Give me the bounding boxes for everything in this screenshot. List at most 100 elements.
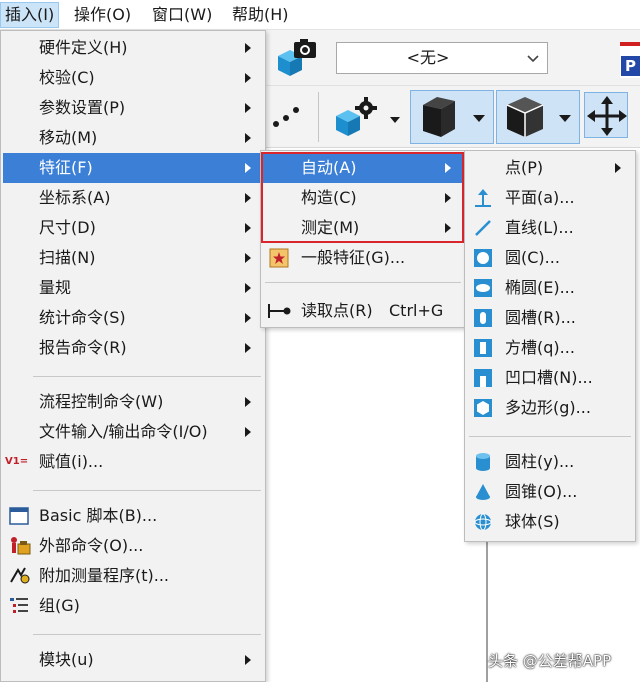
menu-item-label: 流程控制命令(W)	[39, 392, 164, 411]
generic-feature-icon	[269, 248, 289, 268]
menu-help[interactable]: 帮助(H)	[228, 2, 293, 28]
menu-item-label: Basic 脚本(B)...	[39, 506, 158, 525]
menu-item-feature[interactable]: 特征(F)	[3, 153, 263, 183]
menu-item-label: 球体(S)	[505, 512, 560, 531]
round-slot-icon	[473, 308, 493, 328]
menu-item-point[interactable]: 点(P)	[467, 153, 633, 183]
menu-item-label: 凹口槽(N)...	[505, 368, 593, 387]
menu-item-dimension[interactable]: 尺寸(D)	[3, 213, 263, 243]
menu-item-calibration[interactable]: 校验(C)	[3, 63, 263, 93]
menu-item-move[interactable]: 移动(M)	[3, 123, 263, 153]
menu-item-basic-script[interactable]: Basic 脚本(B)...	[3, 501, 263, 531]
menu-item-hardware[interactable]: 硬件定义(H)	[3, 33, 263, 63]
menu-item-external-command[interactable]: 外部命令(O)...	[3, 531, 263, 561]
chevron-down-icon	[527, 55, 539, 63]
menu-item-statistics[interactable]: 统计命令(S)	[3, 303, 263, 333]
menu-item-report[interactable]: 报告命令(R)	[3, 333, 263, 363]
partial-logo-icon[interactable]: P	[620, 42, 640, 78]
submenu-arrow-icon	[245, 313, 251, 323]
menu-item-label: 组(G)	[39, 596, 80, 615]
menu-item-read-point[interactable]: 读取点(R) Ctrl+G	[263, 296, 463, 326]
menu-item-label: 参数设置(P)	[39, 98, 126, 117]
part-gear-icon[interactable]	[330, 94, 380, 140]
cone-icon	[473, 482, 493, 502]
menu-item-label: 量规	[39, 278, 72, 297]
menu-item-label: 附加测量程序(t)...	[39, 566, 170, 585]
circle-icon	[473, 248, 493, 268]
submenu-arrow-icon	[245, 223, 251, 233]
notch-slot-icon	[473, 368, 493, 388]
submenu-arrow-icon	[245, 427, 251, 437]
menu-item-label: 文件输入/输出命令(I/O)	[39, 422, 208, 441]
menu-window[interactable]: 窗口(W)	[148, 2, 216, 28]
submenu-arrow-icon	[245, 397, 251, 407]
script-window-icon	[9, 506, 29, 526]
menu-item-flow-control[interactable]: 流程控制命令(W)	[3, 387, 263, 417]
sphere-icon	[473, 512, 493, 532]
menu-item-label: 扫描(N)	[39, 248, 96, 267]
menu-item-coordinate-system[interactable]: 坐标系(A)	[3, 183, 263, 213]
view-combo[interactable]: <无>	[336, 42, 548, 74]
menu-item-parameters[interactable]: 参数设置(P)	[3, 93, 263, 123]
move-icon[interactable]	[584, 92, 628, 138]
solid-view-button[interactable]	[410, 90, 494, 144]
shortcut-label: Ctrl+G	[389, 301, 444, 320]
menu-item-label: 校验(C)	[39, 68, 95, 87]
menu-item-label: 圆柱(y)...	[505, 452, 575, 471]
menu-item-ellipse[interactable]: 椭圆(E)...	[467, 273, 633, 303]
menu-item-polygon[interactable]: 多边形(g)...	[467, 393, 633, 423]
menu-operation[interactable]: 操作(O)	[70, 2, 135, 28]
external-command-icon	[9, 536, 31, 556]
menu-item-label: 一般特征(G)...	[301, 248, 406, 267]
menu-item-label: 坐标系(A)	[39, 188, 111, 207]
watermark-text: 头条 @公差帮APP	[488, 652, 612, 670]
submenu-arrow-icon	[245, 193, 251, 203]
menu-item-label: 硬件定义(H)	[39, 38, 128, 57]
additional-program-icon	[9, 566, 30, 586]
submenu-arrow-icon	[245, 283, 251, 293]
submenu-arrow-icon	[245, 343, 251, 353]
combo-value: <无>	[406, 48, 450, 67]
menu-item-notch-slot[interactable]: 凹口槽(N)...	[467, 363, 633, 393]
menu-item-sphere[interactable]: 球体(S)	[467, 507, 633, 537]
auto-submenu: 点(P) 平面(a)... 直线(L)... 圆(C)... 椭圆(E)... …	[464, 150, 636, 542]
menu-item-label: 直线(L)...	[505, 218, 574, 237]
polygon-icon	[473, 398, 493, 418]
menu-item-scan[interactable]: 扫描(N)	[3, 243, 263, 273]
menu-item-assign[interactable]: V1= 赋值(i)...	[3, 447, 263, 477]
assign-icon: V1=	[5, 456, 29, 467]
menu-item-label: 平面(a)...	[505, 188, 575, 207]
menu-item-label: 特征(F)	[39, 158, 93, 177]
submenu-arrow-icon	[245, 73, 251, 83]
menu-item-group[interactable]: 组(G)	[3, 591, 263, 621]
menu-item-generic-feature[interactable]: 一般特征(G)...	[263, 243, 463, 273]
submenu-arrow-icon	[245, 655, 251, 665]
menu-item-label: 移动(M)	[39, 128, 98, 147]
partial-logo-text: P	[621, 56, 640, 76]
menu-item-plane[interactable]: 平面(a)...	[467, 183, 633, 213]
menu-item-gauge[interactable]: 量规	[3, 273, 263, 303]
submenu-arrow-icon	[245, 253, 251, 263]
camera-part-icon[interactable]	[272, 36, 318, 80]
menu-item-label: 椭圆(E)...	[505, 278, 575, 297]
menu-item-circle[interactable]: 圆(C)...	[467, 243, 633, 273]
menu-bar: 插入(I) 操作(O) 窗口(W) 帮助(H)	[0, 0, 640, 30]
menu-item-line[interactable]: 直线(L)...	[467, 213, 633, 243]
menu-separator	[33, 490, 261, 491]
menu-item-round-slot[interactable]: 圆槽(R)...	[467, 303, 633, 333]
ellipse-icon	[473, 278, 493, 298]
menu-item-cylinder[interactable]: 圆柱(y)...	[467, 447, 633, 477]
menu-item-cone[interactable]: 圆锥(O)...	[467, 477, 633, 507]
points-icon[interactable]	[270, 100, 304, 134]
menu-item-additional-program[interactable]: 附加测量程序(t)...	[3, 561, 263, 591]
dropdown-arrow-icon[interactable]	[390, 110, 400, 123]
submenu-arrow-icon	[245, 163, 251, 173]
shaded-view-button[interactable]	[496, 90, 580, 144]
submenu-arrow-icon	[615, 163, 621, 173]
menu-insert[interactable]: 插入(I)	[0, 2, 60, 28]
menu-item-module[interactable]: 模块(u)	[3, 645, 263, 675]
submenu-arrow-icon	[245, 133, 251, 143]
highlight-box	[261, 152, 464, 243]
menu-item-square-slot[interactable]: 方槽(q)...	[467, 333, 633, 363]
menu-item-file-io[interactable]: 文件输入/输出命令(I/O)	[3, 417, 263, 447]
